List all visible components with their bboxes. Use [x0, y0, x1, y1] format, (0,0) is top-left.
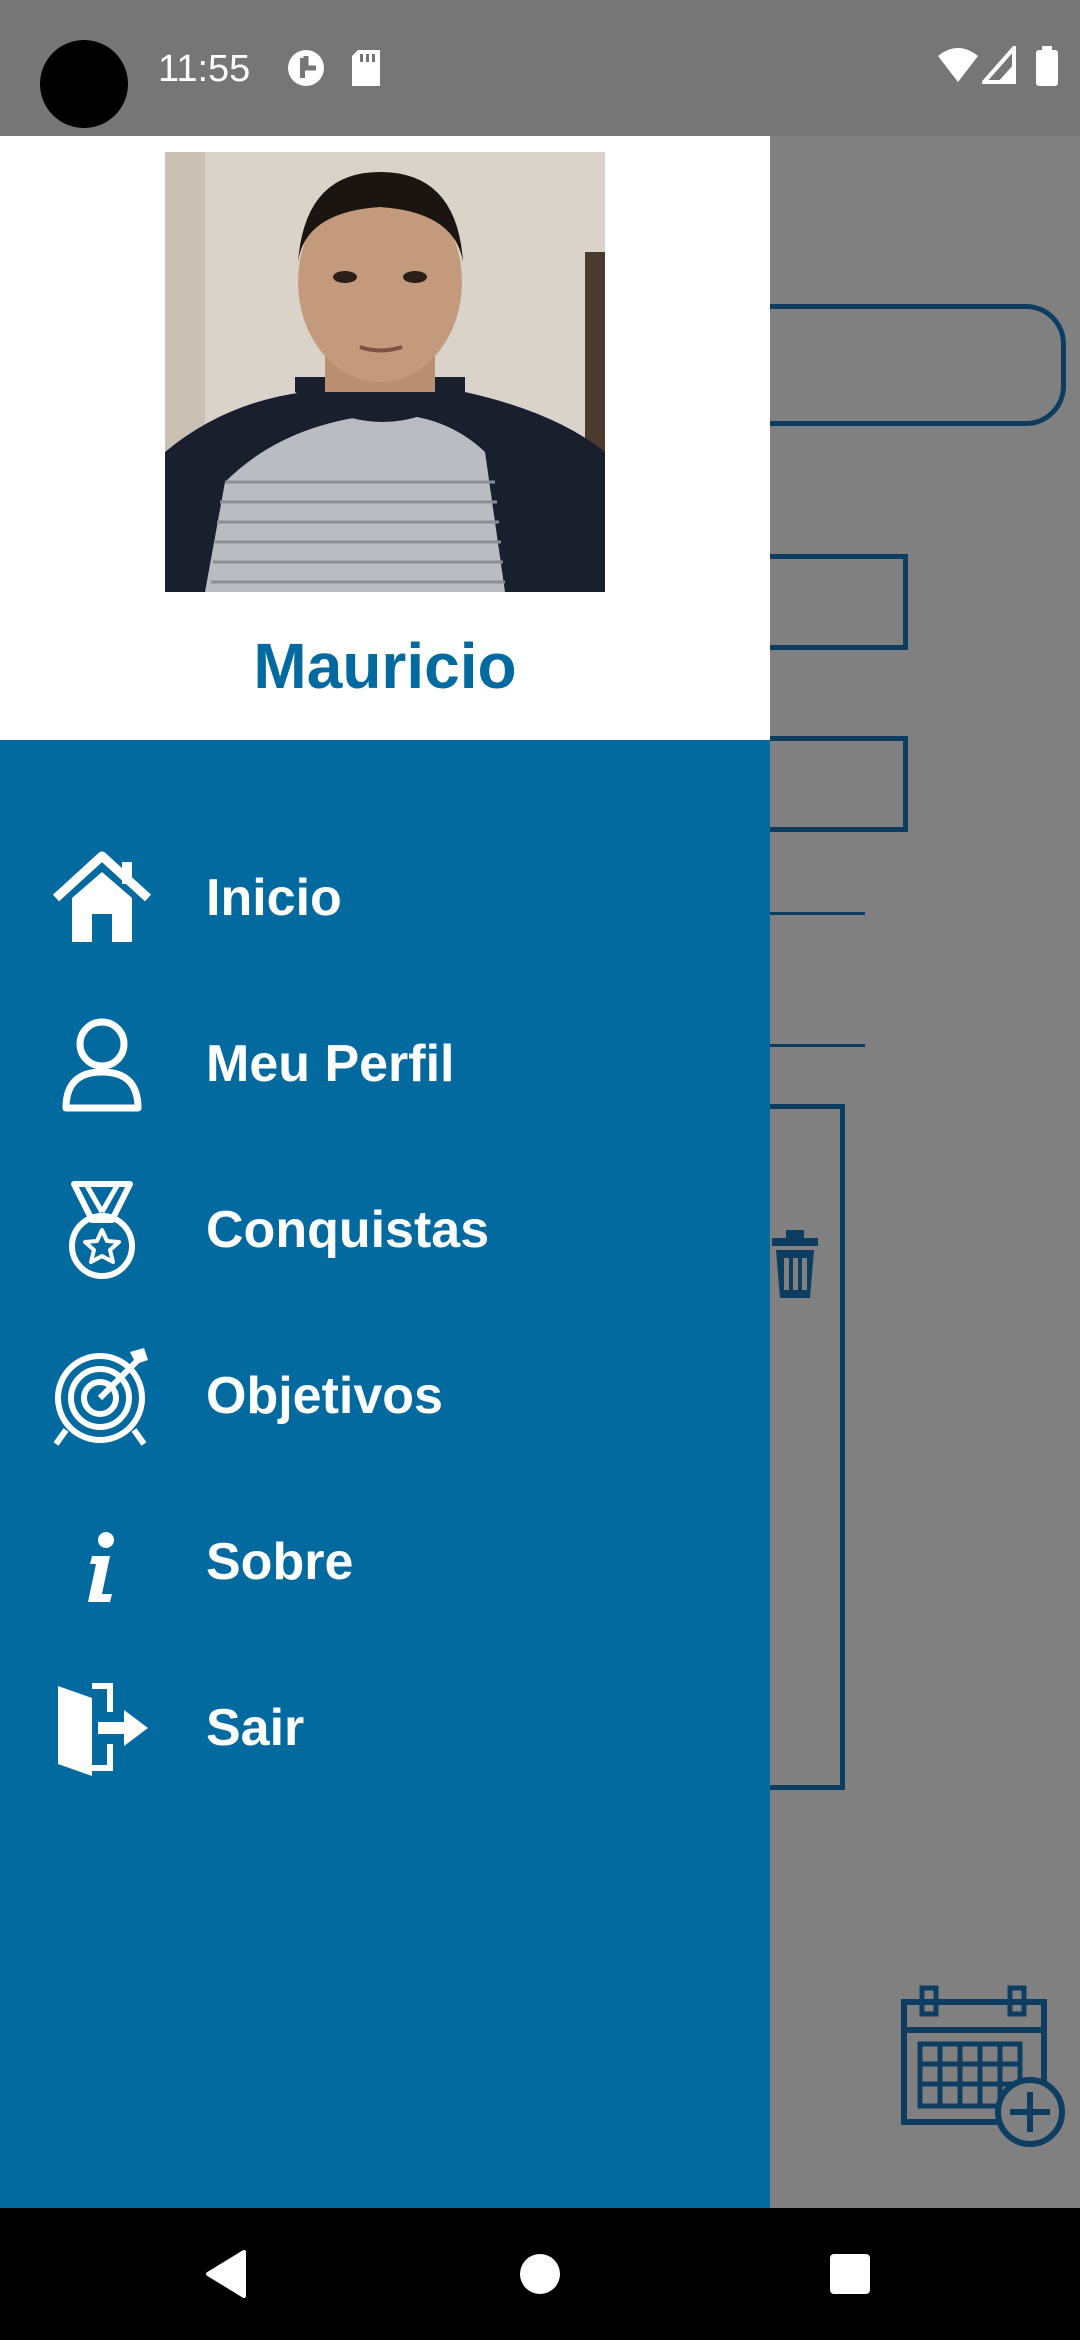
menu-item-conquistas[interactable]: Conquistas	[0, 1158, 770, 1298]
menu-item-label: Inicio	[206, 869, 342, 927]
menu-item-sair[interactable]: Sair	[0, 1656, 770, 1796]
wifi-icon	[938, 48, 978, 82]
medal-icon	[69, 1181, 135, 1279]
menu-item-label: Conquistas	[206, 1201, 490, 1259]
user-icon	[62, 1018, 142, 1112]
sd-card-icon	[352, 50, 380, 86]
info-icon	[88, 1532, 114, 1602]
drawer-header: Mauricio	[0, 136, 770, 740]
menu-item-label: Objetivos	[206, 1367, 443, 1425]
home-icon	[52, 851, 152, 942]
logout-icon	[58, 1683, 148, 1776]
trash-icon	[772, 1230, 818, 1298]
back-icon[interactable]	[196, 2244, 256, 2304]
menu-item-label: Meu Perfil	[206, 1035, 455, 1093]
avatar[interactable]	[165, 152, 605, 592]
menu-item-meu-perfil[interactable]: Meu Perfil	[0, 992, 770, 1132]
battery-icon	[1036, 46, 1058, 86]
user-name: Mauricio	[253, 630, 517, 702]
navigation-drawer: Mauricio Inicio Meu Perfil Conquistas Ob…	[0, 136, 770, 2208]
data-saver-icon	[288, 50, 324, 86]
status-bar: 11:55	[0, 0, 1080, 136]
menu-item-label: Sair	[206, 1699, 305, 1757]
recents-icon[interactable]	[820, 2244, 880, 2304]
menu-item-objetivos[interactable]: Objetivos	[0, 1324, 770, 1464]
menu-item-label: Sobre	[206, 1533, 354, 1591]
camera-cutout	[40, 40, 128, 128]
calendar-add-icon[interactable]	[898, 1984, 1068, 2154]
menu-item-inicio[interactable]: Inicio	[0, 826, 770, 966]
target-icon	[53, 1348, 148, 1446]
signal-icon	[982, 46, 1016, 84]
status-clock: 11:55	[158, 48, 251, 90]
system-nav-bar	[0, 2208, 1080, 2340]
home-nav-icon[interactable]	[510, 2244, 570, 2304]
menu-item-sobre[interactable]: Sobre	[0, 1490, 770, 1630]
